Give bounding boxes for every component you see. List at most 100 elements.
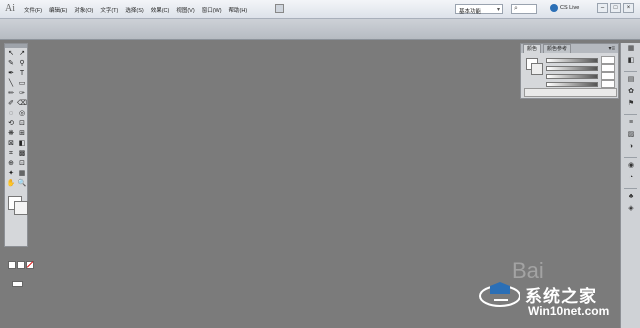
symbol-sprayer-tool-icon[interactable]: ⊕ <box>6 159 16 168</box>
dock-pathfinder-icon[interactable]: ♣ <box>621 191 640 203</box>
dock-separator <box>624 186 637 189</box>
color-slider[interactable] <box>546 80 616 88</box>
menu-items: 文件(F) 编辑(E) 对象(O) 文字(T) 选择(S) 效果(C) 视图(V… <box>24 6 254 14</box>
color-spectrum-bar[interactable] <box>524 88 617 97</box>
direct-selection-tool-icon[interactable]: ↗ <box>17 49 27 58</box>
app-logo: Ai <box>5 3 15 14</box>
tab-color-guide[interactable]: 颜色参考 <box>543 44 572 53</box>
menu-file[interactable]: 文件(F) <box>24 6 42 14</box>
right-dock: ▦ ◧ ▤ ✿ ⚑ ≡ ▨ ◑ ◉ ◔ ♣ ◈ <box>620 43 640 328</box>
dock-align-icon[interactable]: ◈ <box>621 203 640 215</box>
shape-builder-tool-icon[interactable]: ❋ <box>6 129 16 138</box>
warp-tool-icon[interactable]: ⟲ <box>6 119 16 128</box>
gradient-button[interactable] <box>17 261 25 269</box>
restore-button[interactable]: □ <box>610 3 621 13</box>
cs-live-icon <box>550 4 558 12</box>
dock-layers-icon[interactable]: ◔ <box>621 172 640 184</box>
color-slider[interactable] <box>546 72 616 80</box>
search-input[interactable]: ⌕ <box>511 4 537 14</box>
menu-bar: Ai 文件(F) 编辑(E) 对象(O) 文字(T) 选择(S) 效果(C) 视… <box>0 0 640 19</box>
scale-tool-icon[interactable]: ◎ <box>17 109 27 118</box>
watermark-logo <box>479 282 520 307</box>
menu-effect[interactable]: 效果(C) <box>151 6 170 14</box>
dock-transparency-icon[interactable]: ◑ <box>621 141 640 153</box>
arrange-documents-button[interactable] <box>275 4 284 13</box>
control-panel-bar <box>0 19 640 40</box>
minimize-button[interactable]: – <box>597 3 608 13</box>
slider-value-field[interactable] <box>601 64 615 72</box>
slider-value-field[interactable] <box>601 80 615 88</box>
workspace-label: 基本功能 <box>459 9 482 15</box>
rotate-tool-icon[interactable]: ◌ <box>6 109 16 118</box>
tab-color[interactable]: 颜色 <box>523 44 542 53</box>
dock-symbols-icon[interactable]: ✿ <box>621 86 640 98</box>
pencil-tool-icon[interactable]: ✑ <box>17 89 27 98</box>
dock-swatches-icon[interactable]: ▦ <box>621 43 640 55</box>
zoom-tool-icon[interactable]: 🔍 <box>17 179 27 188</box>
dock-stroke-icon[interactable]: ≡ <box>621 117 640 129</box>
type-tool-icon[interactable]: T <box>17 69 27 78</box>
cs-live-label: CS Live <box>560 5 580 11</box>
slider-track[interactable] <box>546 82 598 87</box>
slider-track[interactable] <box>546 66 598 71</box>
color-mode-buttons <box>8 261 34 269</box>
panel-menu-icon[interactable]: ▾≡ <box>608 45 615 52</box>
dock-separator <box>624 155 637 158</box>
stroke-color-swatch[interactable] <box>531 63 543 75</box>
dock-appearance-icon[interactable]: ◉ <box>621 160 640 172</box>
lasso-tool-icon[interactable]: ⚲ <box>17 59 27 68</box>
eraser-tool-icon[interactable]: ⌫ <box>17 99 27 108</box>
menu-select[interactable]: 选择(S) <box>125 6 143 14</box>
slider-value-field[interactable] <box>601 56 615 64</box>
menu-window[interactable]: 窗口(W) <box>202 6 222 14</box>
paintbrush-tool-icon[interactable]: ✏ <box>6 89 16 98</box>
color-slider[interactable] <box>546 64 616 72</box>
tools-panel: ↖ ↗ ✎ ⚲ ✒ T ╲ ▭ ✏ ✑ ✐ ⌫ ◌ ◎ ⟲ ⊡ ❋ ⊞ ⊠ ◧ … <box>4 43 34 287</box>
slice-tool-icon[interactable]: ▦ <box>17 169 27 178</box>
close-button[interactable]: × <box>623 3 634 13</box>
dock-color-guide-icon[interactable]: ◧ <box>621 55 640 67</box>
search-icon: ⌕ <box>514 5 518 12</box>
mesh-tool-icon[interactable]: ⊠ <box>6 139 16 148</box>
blend-tool-icon[interactable]: ▩ <box>17 149 27 158</box>
color-panel-body <box>521 53 618 99</box>
color-slider[interactable] <box>546 56 616 64</box>
dock-separator <box>624 112 637 115</box>
workspace-select[interactable]: 基本功能 ▾ <box>455 4 503 15</box>
artboard-tool-icon[interactable]: ✦ <box>6 169 16 178</box>
chevron-down-icon: ▾ <box>496 7 500 13</box>
perspective-grid-tool-icon[interactable]: ⊞ <box>17 129 27 138</box>
screen-mode-button[interactable] <box>12 281 23 287</box>
rectangle-tool-icon[interactable]: ▭ <box>17 79 27 88</box>
slider-track[interactable] <box>546 58 598 63</box>
graph-tool-icon[interactable]: ⊡ <box>17 159 27 168</box>
menu-type[interactable]: 文字(T) <box>100 6 118 14</box>
dock-gradient-icon[interactable]: ▨ <box>621 129 640 141</box>
blob-brush-tool-icon[interactable]: ✐ <box>6 99 16 108</box>
dock-graphic-styles-icon[interactable]: ⚑ <box>621 98 640 110</box>
gradient-tool-icon[interactable]: ◧ <box>17 139 27 148</box>
cs-live-button[interactable]: CS Live <box>550 4 579 12</box>
menu-edit[interactable]: 编辑(E) <box>49 6 67 14</box>
tool-grid: ↖ ↗ ✎ ⚲ ✒ T ╲ ▭ ✏ ✑ ✐ ⌫ ◌ ◎ ⟲ ⊡ ❋ ⊞ ⊠ ◧ … <box>5 48 27 188</box>
stroke-swatch[interactable] <box>14 201 28 215</box>
dock-brushes-icon[interactable]: ▤ <box>621 74 640 86</box>
none-button[interactable] <box>26 261 34 269</box>
line-tool-icon[interactable]: ╲ <box>6 79 16 88</box>
watermark-url: Win10net.com <box>528 304 610 318</box>
free-transform-tool-icon[interactable]: ⊡ <box>17 119 27 128</box>
menu-object[interactable]: 对象(O) <box>74 6 93 14</box>
dock-separator <box>624 69 637 72</box>
menu-help[interactable]: 帮助(H) <box>229 6 248 14</box>
selection-tool-icon[interactable]: ↖ <box>6 49 16 58</box>
slider-value-field[interactable] <box>601 72 615 80</box>
color-panel-tabs: 颜色 颜色参考 ▾≡ <box>521 44 618 53</box>
hand-tool-icon[interactable]: ✋ <box>6 179 16 188</box>
menu-view[interactable]: 视图(V) <box>176 6 194 14</box>
color-panel: 颜色 颜色参考 ▾≡ <box>520 43 619 99</box>
magic-wand-tool-icon[interactable]: ✎ <box>6 59 16 68</box>
pen-tool-icon[interactable]: ✒ <box>6 69 16 78</box>
color-button[interactable] <box>8 261 16 269</box>
slider-track[interactable] <box>546 74 598 79</box>
eyedropper-tool-icon[interactable]: ⌗ <box>6 149 16 158</box>
